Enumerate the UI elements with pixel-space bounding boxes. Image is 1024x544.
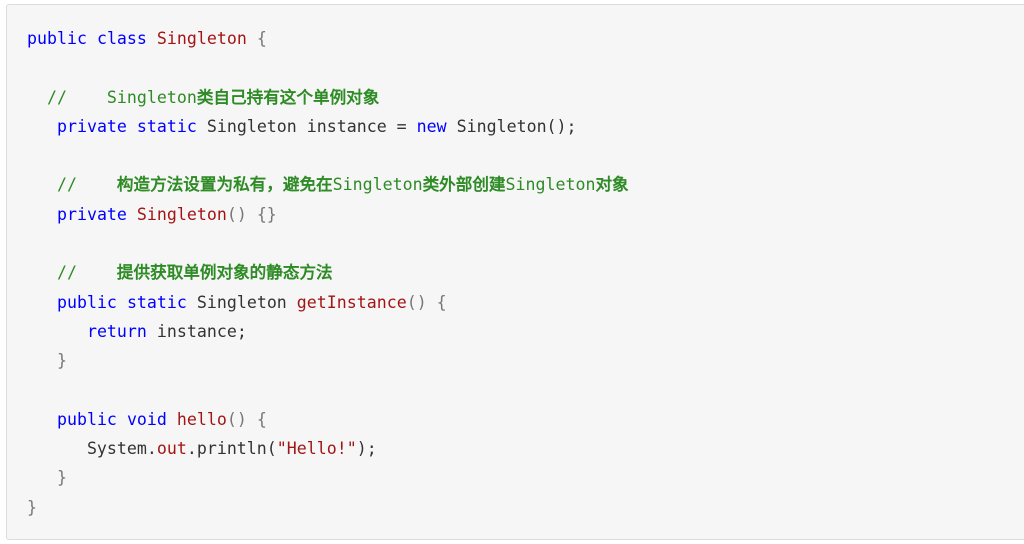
code-token: // — [27, 175, 117, 195]
code-line: private static Singleton instance = new … — [27, 112, 629, 141]
code-token: () { — [226, 409, 267, 429]
code-token: Singleton — [156, 29, 247, 48]
code-token: 构造方法设置为私有，避免在 — [116, 175, 333, 195]
code-token: .println( — [186, 439, 277, 459]
code-token: private — [56, 116, 127, 136]
code-token: instance; — [146, 321, 247, 341]
code-line: public class Singleton { — [27, 24, 629, 53]
code-token: Singleton instance = — [196, 116, 417, 136]
code-token: class — [96, 29, 147, 48]
code-token: 类自己持有这个单例对象 — [196, 87, 380, 107]
code-token: static — [136, 116, 197, 136]
code-token: getInstance — [296, 292, 407, 312]
code-token: Singleton — [186, 292, 297, 312]
code-token: { — [246, 29, 267, 48]
code-line: } — [27, 463, 629, 492]
code-token: void — [126, 409, 167, 429]
code-token: public — [56, 292, 117, 312]
code-token: 对象 — [595, 175, 629, 195]
code-line: public void hello() { — [27, 405, 629, 434]
code-token: out — [156, 439, 187, 459]
code-token: static — [126, 292, 187, 312]
code-line: System.out.println("Hello!"); — [27, 434, 629, 463]
code-token: 提供获取单例对象的静态方法 — [116, 263, 333, 283]
code-line: private Singleton() {} — [27, 200, 629, 229]
code-token: hello — [176, 409, 227, 429]
code-token: Singleton — [136, 204, 227, 224]
code-token: private — [56, 204, 127, 224]
code-line: } — [27, 346, 629, 375]
code-token: System. — [27, 439, 157, 459]
code-token: Singleton — [505, 175, 596, 195]
code-token: // — [27, 263, 117, 283]
code-token: "Hello!" — [276, 439, 357, 459]
code-line: // 提供获取单例对象的静态方法 — [27, 258, 629, 287]
code-token: } — [27, 497, 37, 517]
code-line: } — [27, 493, 629, 522]
code-token: new — [416, 116, 447, 136]
code-line: public static Singleton getInstance() { — [27, 288, 629, 317]
code-token: public — [56, 409, 117, 429]
code-line: // 构造方法设置为私有，避免在Singleton类外部创建Singleton对… — [27, 170, 629, 199]
code-token: () { — [406, 292, 447, 312]
code-block: public class Singleton { // Singleton类自己… — [6, 4, 1024, 540]
code-token: () {} — [226, 204, 277, 224]
code-token: Singleton — [332, 175, 423, 195]
code-token: Singleton(); — [446, 116, 577, 136]
code-line: return instance; — [27, 317, 629, 346]
code-token: return — [86, 321, 147, 341]
code-token: } — [27, 351, 67, 371]
code-line: // Singleton类自己持有这个单例对象 — [27, 83, 629, 112]
code-token: ); — [356, 439, 377, 459]
code-token: 类外部创建 — [422, 175, 506, 195]
code-lines: public class Singleton { // Singleton类自己… — [27, 24, 629, 522]
code-token: } — [27, 468, 67, 488]
code-token: public — [27, 29, 87, 48]
code-token: // Singleton — [27, 87, 197, 107]
